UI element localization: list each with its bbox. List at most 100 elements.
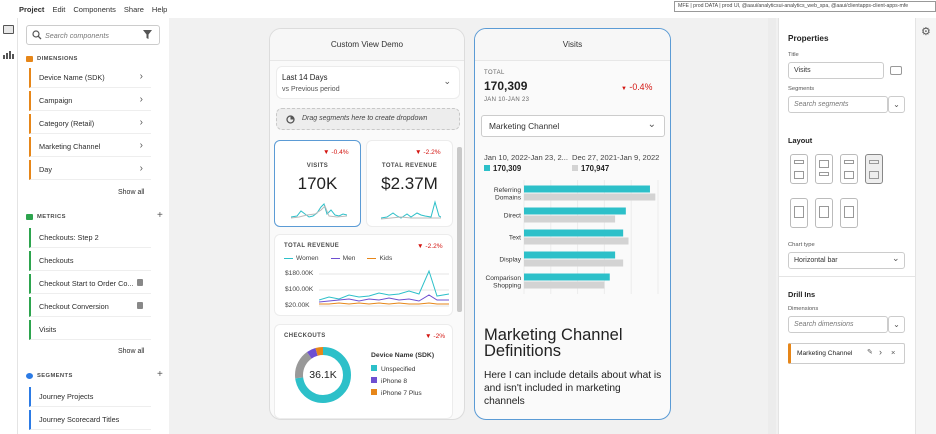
- dimension-dropdown[interactable]: Marketing Channel ⌄: [481, 115, 665, 137]
- dimension-item[interactable]: Device Name (SDK) ›: [29, 68, 151, 88]
- dimension-item[interactable]: Marketing Channel ›: [29, 137, 151, 157]
- bar-current[interactable]: [524, 273, 610, 281]
- chevron-right-icon: ›: [139, 117, 143, 128]
- category-label: Comparison: [485, 275, 521, 282]
- dimension-item[interactable]: Day ›: [29, 160, 151, 180]
- dimension-item[interactable]: Campaign ›: [29, 91, 151, 111]
- menu-edit[interactable]: Edit: [52, 5, 65, 14]
- metric-item[interactable]: Checkouts: [29, 251, 151, 271]
- bar-current[interactable]: [524, 229, 624, 237]
- segment-item[interactable]: Journey Projects: [29, 387, 151, 407]
- layout-option[interactable]: [790, 154, 808, 184]
- revenue-summary-card[interactable]: ▼ -2.2% TOTAL REVENUE $2.37M: [366, 140, 453, 227]
- revenue-value: $2.37M: [381, 174, 438, 193]
- range-current: Jan 10, 2022-Jan 23, 2...: [484, 153, 569, 162]
- bar-current[interactable]: [524, 185, 650, 193]
- drop-hint: Drag segments here to create dropdown: [302, 115, 428, 122]
- visits-summary-card[interactable]: ▼ -0.4% VISITS 170K: [274, 140, 361, 227]
- item-label: Checkouts: [39, 256, 74, 265]
- item-label: Journey Scorecard Titles: [39, 415, 120, 424]
- calculated-metric-icon: [137, 302, 143, 309]
- range-previous: Dec 27, 2021-Jan 9, 2022: [572, 153, 660, 162]
- text-heading: Marketing Channel Definitions: [484, 326, 623, 360]
- text-body: Here I can include details about what is…: [484, 370, 662, 407]
- metric-item[interactable]: Checkouts: Step 2: [29, 228, 151, 248]
- menu-project[interactable]: Project: [19, 5, 44, 14]
- bar-current[interactable]: [524, 207, 626, 215]
- down-triangle-icon: ▼: [323, 149, 330, 156]
- menu-share[interactable]: Share: [124, 5, 144, 14]
- category-label: Shopping: [493, 282, 521, 289]
- dimension-item[interactable]: Category (Retail) ›: [29, 114, 151, 134]
- metrics-title: METRICS: [37, 214, 66, 220]
- panel-icon[interactable]: [3, 25, 14, 34]
- checkouts-card[interactable]: CHECKOUTS ▼ -2% 36.1K Device Name (SDK) …: [274, 324, 453, 419]
- metrics-show-all[interactable]: Show all: [118, 348, 144, 355]
- bar-previous[interactable]: [524, 215, 616, 223]
- layout-option[interactable]: [840, 154, 858, 184]
- item-label: Marketing Channel: [39, 142, 101, 151]
- workspace-canvas: Custom View Demo Last 14 Days vs Previou…: [169, 18, 778, 434]
- gear-icon[interactable]: ⚙: [921, 25, 931, 38]
- revenue-change-value: -2.2%: [423, 149, 441, 156]
- canvas-scrollbar[interactable]: [768, 18, 776, 434]
- date-range-dropdown[interactable]: Last 14 Days vs Previous period ⌄: [276, 66, 460, 99]
- visits-label: VISITS: [306, 163, 329, 169]
- layout-option[interactable]: [815, 198, 833, 228]
- chevron-down-icon[interactable]: ⌄: [888, 96, 905, 113]
- layout-option[interactable]: [840, 198, 858, 228]
- close-icon[interactable]: ×: [891, 348, 895, 357]
- search-icon: [32, 30, 42, 40]
- components-panel: Search components DIMENSIONS Device Name…: [18, 18, 184, 434]
- dimensions-header: DIMENSIONS: [26, 56, 78, 62]
- chart-type-dropdown[interactable]: Horizontal bar: [788, 252, 905, 269]
- checkouts-change-value: -2%: [433, 333, 446, 340]
- item-label: Day: [39, 165, 52, 174]
- edit-icon[interactable]: ✎: [867, 348, 873, 356]
- chevron-down-icon[interactable]: ⌄: [888, 316, 905, 333]
- chevron-right-icon[interactable]: ›: [879, 347, 882, 357]
- drill-in-item[interactable]: Marketing Channel ✎ › ×: [788, 343, 905, 364]
- menu-components[interactable]: Components: [73, 5, 116, 14]
- down-triangle-icon: ▼: [425, 333, 432, 340]
- title-input[interactable]: Visits: [788, 62, 884, 79]
- add-segment-icon[interactable]: +: [157, 369, 163, 380]
- revenue-line-card[interactable]: TOTAL REVENUE ▼ -2.2% Women Men Kids $18…: [274, 234, 453, 316]
- metric-item[interactable]: Checkout Start to Order Co...: [29, 274, 151, 294]
- dimensions-search-input[interactable]: Search dimensions: [788, 316, 888, 333]
- dimensions-show-all[interactable]: Show all: [118, 189, 144, 196]
- metric-item[interactable]: Checkout Conversion: [29, 297, 151, 317]
- panel-title: Visits: [475, 29, 670, 61]
- checkouts-change: ▼ -2%: [425, 333, 445, 340]
- filter-icon[interactable]: [143, 30, 152, 39]
- layout-option[interactable]: [790, 198, 808, 228]
- segment-item[interactable]: Journey Scorecard Titles: [29, 410, 151, 430]
- bar-previous[interactable]: [524, 237, 629, 245]
- environment-tooltip: MFE | prod DATA | prod UI, @aaui/analyti…: [674, 1, 936, 12]
- legend-label: Kids: [379, 255, 393, 262]
- layout-option-selected[interactable]: [865, 154, 883, 184]
- bar-previous[interactable]: [524, 193, 656, 201]
- category-label: Referring: [494, 187, 521, 194]
- segments-search-input[interactable]: Search segments: [788, 96, 888, 113]
- bar-current[interactable]: [524, 251, 616, 259]
- down-triangle-icon: ▼: [415, 149, 422, 156]
- panel-scrollbar[interactable]: [457, 147, 462, 312]
- metric-item[interactable]: Visits: [29, 320, 151, 340]
- reset-title-icon[interactable]: [890, 66, 902, 75]
- visualization-icon[interactable]: [3, 46, 14, 59]
- search-components-input[interactable]: Search components: [26, 25, 160, 45]
- donut-legend-title: Device Name (SDK): [371, 352, 435, 359]
- bar-previous[interactable]: [524, 281, 605, 289]
- revenue-chart-label: TOTAL REVENUE: [284, 243, 340, 249]
- add-metric-icon[interactable]: +: [157, 210, 163, 221]
- legend-label: Unspecified: [381, 366, 416, 373]
- segment-drop-zone[interactable]: Drag segments here to create dropdown: [276, 108, 460, 130]
- menu-help[interactable]: Help: [152, 5, 167, 14]
- layout-option[interactable]: [815, 154, 833, 184]
- chart-type-label: Chart type: [788, 242, 815, 248]
- ytick: $100.00K: [285, 286, 314, 293]
- bar-previous[interactable]: [524, 259, 624, 267]
- legend-label: iPhone 7 Plus: [381, 390, 422, 397]
- chevron-down-icon: ⌄: [443, 76, 451, 86]
